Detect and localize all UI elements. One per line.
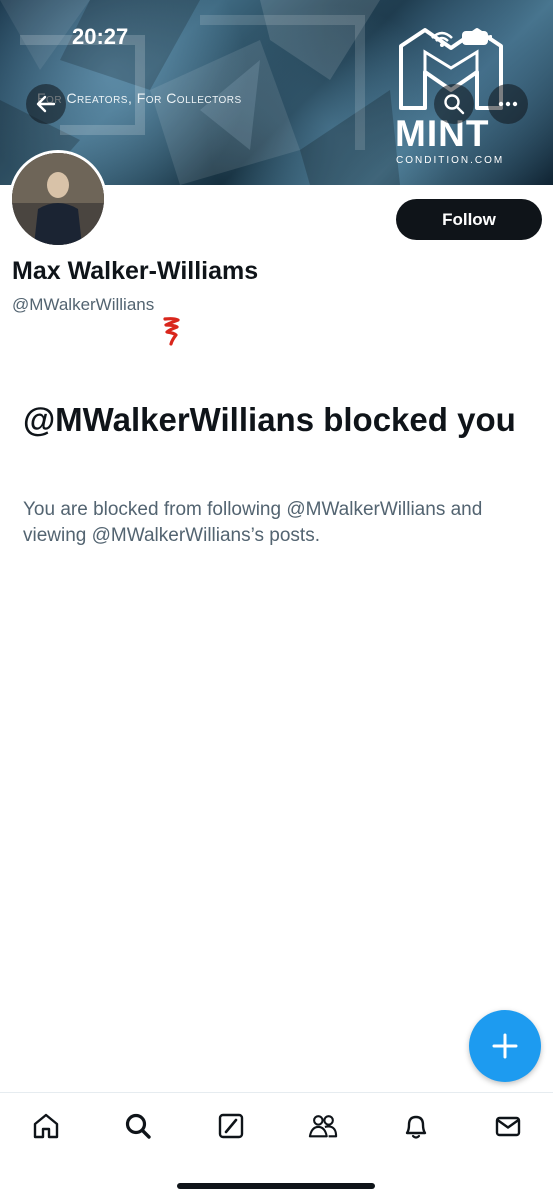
search-icon (444, 94, 465, 115)
envelope-icon (495, 1116, 521, 1137)
avatar-photo (12, 153, 104, 245)
follow-button[interactable]: Follow (396, 199, 542, 240)
avatar[interactable] (9, 150, 107, 248)
more-options-button[interactable] (488, 84, 528, 124)
tab-messages[interactable] (493, 1111, 523, 1141)
search-icon (125, 1113, 151, 1139)
tab-home[interactable] (31, 1111, 61, 1141)
tab-explore[interactable] (123, 1111, 153, 1141)
back-button[interactable] (26, 84, 66, 124)
status-bar-icons (431, 31, 492, 47)
logo-subtext: CONDITION.COM (396, 155, 505, 166)
tab-notifications[interactable] (401, 1111, 431, 1141)
tab-grok[interactable] (216, 1111, 246, 1141)
more-horizontal-icon (498, 101, 518, 107)
tab-communities[interactable] (308, 1111, 338, 1141)
communities-icon (308, 1115, 338, 1138)
banner-tagline: For Creators, For Collectors (37, 90, 242, 106)
red-annotation-scribble (163, 317, 180, 346)
plus-icon (492, 1033, 518, 1059)
profile-display-name: Max Walker-Williams (12, 257, 259, 285)
status-bar-time: 20:27 (72, 24, 129, 49)
bell-icon (405, 1115, 427, 1139)
home-icon (33, 1113, 59, 1139)
arrow-left-icon (36, 95, 56, 113)
blocked-description: You are blocked from following @MWalkerW… (23, 499, 483, 546)
profile-handle: @MWalkerWillians (12, 295, 155, 314)
home-indicator[interactable] (177, 1183, 375, 1189)
blocked-heading: @MWalkerWillians blocked you (23, 401, 516, 438)
profile-search-button[interactable] (434, 84, 474, 124)
grok-icon (218, 1113, 244, 1139)
compose-post-button[interactable] (469, 1010, 541, 1082)
